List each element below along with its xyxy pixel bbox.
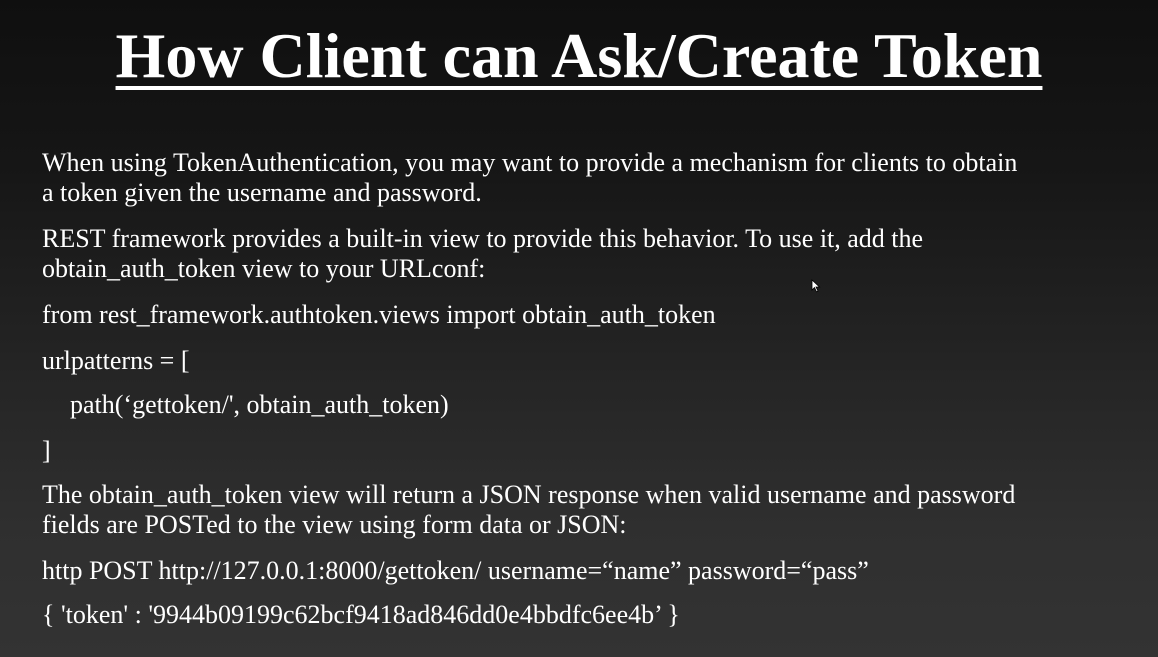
builtin-view-paragraph: REST framework provides a built-in view … bbox=[42, 224, 923, 284]
response-line-1: The obtain_auth_token view will return a… bbox=[42, 480, 1016, 509]
urlpatterns-close: ] bbox=[42, 436, 51, 465]
http-command: http POST http://127.0.0.1:8000/gettoken… bbox=[42, 556, 869, 585]
response-paragraph: The obtain_auth_token view will return a… bbox=[42, 480, 1015, 540]
slide-title: How Client can Ask/Create Token bbox=[115, 20, 1043, 91]
intro-paragraph: When using TokenAuthentication, you may … bbox=[42, 148, 1017, 208]
presentation-slide: How Client can Ask/Create Token When usi… bbox=[0, 0, 1158, 657]
builtin-line-2: obtain_auth_token view to your URLconf: bbox=[42, 254, 486, 283]
response-line-2: fields are POSTed to the view using form… bbox=[42, 510, 627, 539]
urlpatterns-open: urlpatterns = [ bbox=[42, 346, 190, 375]
builtin-line-1: REST framework provides a built-in view … bbox=[42, 224, 924, 253]
intro-line-1: When using TokenAuthentication, you may … bbox=[42, 148, 1018, 177]
intro-line-2: a token given the username and password. bbox=[42, 178, 482, 207]
mouse-pointer-icon bbox=[811, 279, 821, 293]
path-entry: path(‘gettoken/', obtain_auth_token) bbox=[70, 390, 449, 419]
token-response: { 'token' : '9944b09199c62bcf9418ad846dd… bbox=[42, 600, 680, 629]
title-container: How Client can Ask/Create Token bbox=[0, 20, 1158, 92]
import-statement: from rest_framework.authtoken.views impo… bbox=[42, 300, 716, 329]
